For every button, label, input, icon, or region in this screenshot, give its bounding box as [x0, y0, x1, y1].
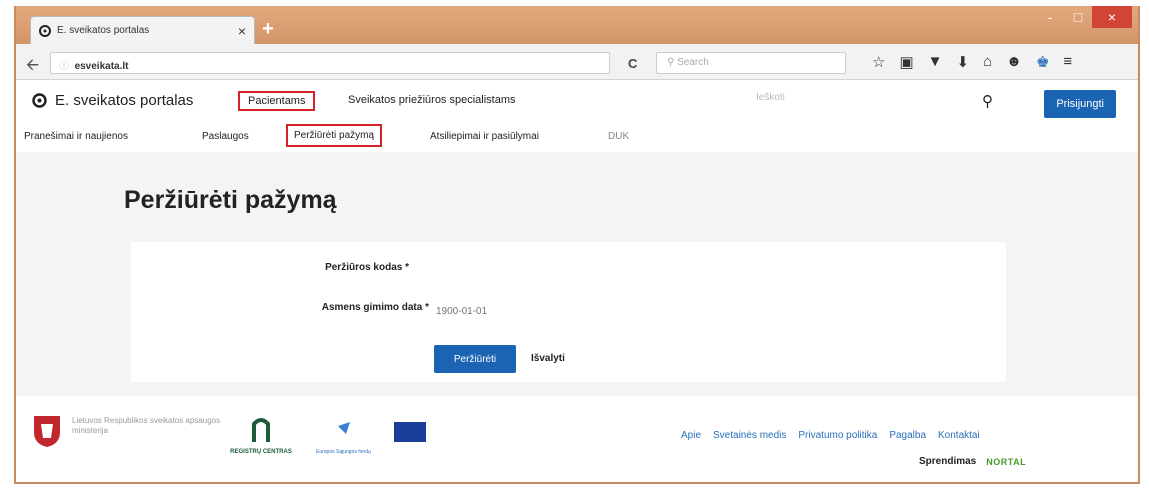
main-content: Peržiūrėti pažymą Peržiūros kodas * Asme… [16, 152, 1138, 396]
footer-link-privacy[interactable]: Privatumo politika [798, 430, 877, 441]
subnav-news[interactable]: Pranešimai ir naujienos [18, 128, 134, 145]
clear-button[interactable]: Išvalyti [531, 353, 565, 364]
credit: Sprendimas NORTAL [919, 456, 1026, 467]
window-controls: - □ × [1036, 6, 1132, 28]
code-field[interactable] [436, 260, 636, 271]
login-button[interactable]: Prisijungti [1044, 90, 1116, 118]
coat-of-arms-icon [34, 416, 60, 447]
browser-nav-bar: 🡨 ⓘ esveikata.lt C ⚲ Search ☆ ▣ ▼ ⬇ ⌂ ☻ … [16, 44, 1138, 80]
footer-links: Apie Svetainės medis Privatumo politika … [681, 430, 980, 441]
new-tab-button[interactable]: + [262, 19, 274, 39]
bookmark-star-icon[interactable]: ☆ [872, 53, 885, 71]
site-logo-icon [39, 24, 51, 37]
browser-search-input[interactable]: ⚲ Search [656, 52, 846, 74]
subnav-view-certificate[interactable]: Peržiūrėti pažymą [286, 124, 383, 147]
birthdate-field[interactable] [436, 306, 636, 317]
footer-link-about[interactable]: Apie [681, 430, 701, 441]
hub-caption: REGISTRŲ CENTRAS [230, 449, 292, 455]
site-header: E. sveikatos portalas Pacientams Sveikat… [16, 80, 1138, 120]
nortal-logo[interactable]: NORTAL [986, 457, 1026, 467]
eu-funds-logo: Europos Sąjungos fondų [316, 418, 446, 458]
browser-window: E. sveikatos portalas × + - □ × 🡨 ⓘ esve… [14, 6, 1140, 484]
tab-close-icon[interactable]: × [238, 23, 246, 39]
page-title: Peržiūrėti pažymą [124, 186, 337, 214]
close-window-button[interactable]: × [1092, 6, 1132, 28]
extension-icon[interactable]: ♚ [1036, 53, 1049, 71]
minimize-button[interactable]: - [1036, 6, 1064, 28]
browser-toolbar: ☆ ▣ ▼ ⬇ ⌂ ☻ ♚ ≡ [872, 53, 1072, 71]
eu-caption: Europos Sąjungos fondų [316, 449, 371, 455]
site-search-input[interactable]: Ieškoti [756, 92, 785, 103]
code-field-label: Peržiūros kodas * [325, 262, 409, 273]
reload-icon[interactable]: C [628, 56, 637, 71]
footer-link-contacts[interactable]: Kontaktai [938, 430, 980, 441]
view-button[interactable]: Peržiūrėti [434, 345, 516, 373]
logo-text: E. sveikatos portalas [55, 92, 194, 109]
site-footer: Lietuvos Respublikos sveikatos apsaugos … [16, 396, 1138, 482]
site-logo[interactable]: E. sveikatos portalas [32, 92, 193, 109]
menu-icon[interactable]: ≡ [1063, 53, 1072, 71]
footer-link-help[interactable]: Pagalba [889, 430, 926, 441]
birthdate-field-label: Asmens gimimo data * [321, 302, 429, 313]
registru-centras-icon [252, 418, 270, 442]
eu-flag-icon [338, 422, 426, 442]
sub-navigation: Pranešimai ir naujienos Paslaugos Peržiū… [16, 120, 1138, 152]
certificate-form: Peržiūros kodas * Asmens gimimo data * P… [131, 242, 1006, 382]
url-domain: esveikata.lt [74, 61, 129, 72]
reading-list-icon[interactable]: ▣ [899, 53, 913, 71]
topnav-patients[interactable]: Pacientams [238, 91, 316, 111]
pocket-icon[interactable]: ▼ [928, 53, 943, 71]
ministry-name: Lietuvos Respublikos sveikatos apsaugos … [72, 416, 221, 435]
browser-tab[interactable]: E. sveikatos portalas × [30, 16, 255, 44]
tab-title: E. sveikatos portalas [57, 25, 150, 36]
title-bar: E. sveikatos portalas × + - □ × [16, 6, 1138, 44]
subnav-faq[interactable]: DUK [602, 128, 635, 145]
maximize-button[interactable]: □ [1064, 6, 1092, 28]
address-bar[interactable]: ⓘ esveikata.lt [50, 52, 610, 74]
browser-search-placeholder: Search [677, 57, 709, 68]
search-icon[interactable]: ⚲ [982, 92, 993, 110]
registru-centras-logo: REGISTRŲ CENTRAS [216, 414, 306, 460]
credit-label: Sprendimas [919, 456, 977, 467]
url-prefix-icon: ⓘ [59, 61, 69, 72]
footer-link-sitemap[interactable]: Svetainės medis [713, 430, 786, 441]
download-icon[interactable]: ⬇ [957, 53, 970, 71]
home-icon[interactable]: ⌂ [983, 53, 992, 71]
emoji-icon[interactable]: ☻ [1006, 53, 1022, 71]
subnav-feedback[interactable]: Atsiliepimai ir pasiūlymai [424, 128, 545, 145]
topnav-specialists[interactable]: Sveikatos priežiūros specialistams [342, 91, 522, 109]
subnav-services[interactable]: Paslaugos [196, 128, 255, 145]
search-icon: ⚲ [667, 57, 675, 68]
portal-logo-icon [32, 93, 47, 108]
back-arrow-icon[interactable]: 🡨 [26, 54, 39, 81]
